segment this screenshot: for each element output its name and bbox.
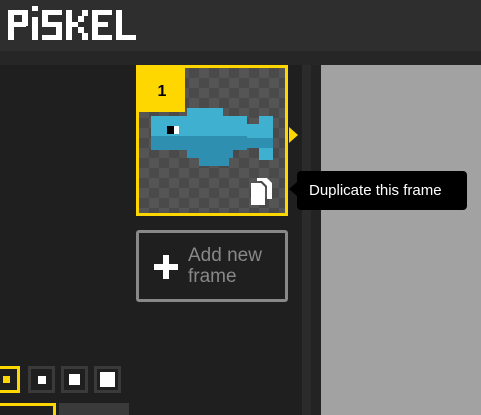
fish-sprite-preview	[151, 108, 273, 166]
add-new-frame-label: Add new frame	[188, 245, 262, 287]
tooltip-pointer	[289, 182, 297, 196]
duplicate-frame-tooltip: Duplicate this frame	[297, 171, 467, 210]
frame-thumbnail-1[interactable]: 1	[136, 65, 288, 216]
pen-size-selector	[0, 366, 130, 395]
tools-column	[0, 65, 130, 415]
piskel-logo[interactable]	[8, 6, 138, 49]
primary-color-swatch[interactable]	[0, 403, 56, 415]
pen-size-4-option[interactable]	[94, 366, 121, 393]
pen-size-dot	[100, 372, 115, 387]
plus-icon	[154, 255, 178, 279]
selected-frame-indicator	[289, 127, 298, 143]
pen-size-1-option[interactable]	[0, 366, 20, 393]
add-new-frame-button[interactable]: Add new frame	[136, 230, 288, 302]
drawing-canvas[interactable]	[321, 65, 481, 415]
pen-size-dot	[3, 376, 10, 383]
duplicate-icon[interactable]	[249, 177, 275, 207]
pen-size-dot	[69, 374, 80, 385]
secondary-color-swatch[interactable]	[59, 403, 129, 415]
pen-size-3-option[interactable]	[61, 366, 88, 393]
pen-size-2-option[interactable]	[28, 366, 55, 393]
header-divider	[0, 51, 481, 65]
frames-scrollbar[interactable]	[302, 65, 311, 415]
pen-size-dot	[38, 376, 46, 384]
panel-divider	[311, 65, 321, 415]
app-header	[0, 0, 481, 51]
logo-graphic	[8, 6, 136, 40]
